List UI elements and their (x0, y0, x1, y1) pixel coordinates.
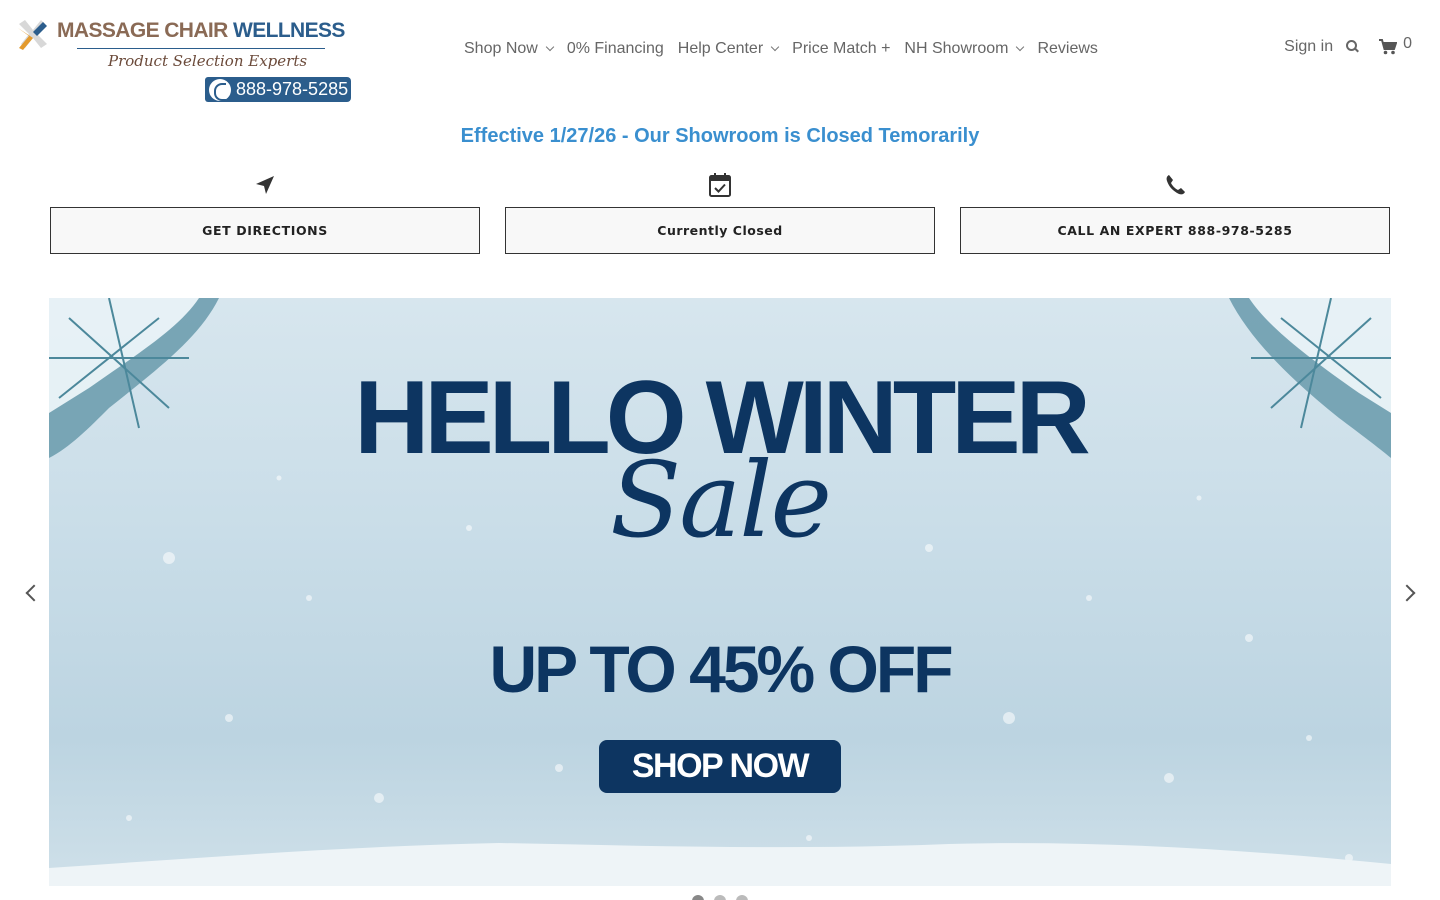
nav-price-match[interactable]: Price Match + (792, 38, 890, 60)
main-nav: Shop Now 0% Financing Help Center Price … (464, 38, 1112, 60)
nav-nh-showroom[interactable]: NH Showroom (904, 38, 1025, 60)
nav-financing[interactable]: 0% Financing (567, 38, 664, 60)
site-logo[interactable]: MASSAGE CHAIR WELLNESS Product Selection… (15, 15, 355, 103)
cart-icon[interactable] (1379, 39, 1398, 55)
logo-phone-number: 888-978-5285 (236, 79, 349, 99)
call-expert-button[interactable]: CALL AN EXPERT 888-978-5285 (960, 207, 1390, 254)
action-hours: Currently Closed (505, 172, 935, 254)
phone-icon (1166, 175, 1185, 195)
logo-tagline: Product Selection Experts (108, 52, 308, 70)
carousel-next-arrow-icon[interactable] (1401, 585, 1417, 601)
calendar-check-icon (709, 173, 731, 197)
action-directions: GET DIRECTIONS (50, 172, 480, 254)
carousel-dot[interactable] (736, 895, 748, 900)
get-directions-button[interactable]: GET DIRECTIONS (50, 207, 480, 254)
action-call: CALL AN EXPERT 888-978-5285 (960, 172, 1390, 254)
carousel-dot[interactable] (714, 895, 726, 900)
logo-phone-badge: 888-978-5285 (205, 77, 351, 102)
shop-now-button[interactable]: SHOP NOW (599, 740, 841, 793)
cart-count[interactable]: 0 (1403, 35, 1412, 53)
nav-reviews[interactable]: Reviews (1037, 38, 1097, 60)
logo-divider (77, 48, 325, 49)
sign-in-link[interactable]: Sign in (1284, 38, 1333, 56)
hours-status-button[interactable]: Currently Closed (505, 207, 935, 254)
search-icon[interactable] (1345, 39, 1361, 55)
carousel-dot[interactable] (692, 895, 704, 900)
account-area: Sign in 0 (1284, 35, 1412, 56)
hero-banner[interactable]: HELLO WINTER Sale UP TO 45% OFF SHOP NOW (49, 298, 1391, 886)
chevron-down-icon (545, 42, 555, 52)
carousel-prev-arrow-icon[interactable] (24, 585, 40, 601)
hero-offer: UP TO 45% OFF (489, 632, 953, 706)
navigation-arrow-icon (256, 176, 274, 194)
phone-handset-icon (209, 79, 231, 101)
nav-help-center[interactable]: Help Center (678, 38, 780, 60)
logo-x-icon (18, 20, 47, 50)
hero-script: Sale (609, 439, 832, 561)
showroom-notice: Effective 1/27/26 - Our Showroom is Clos… (460, 125, 980, 147)
chevron-down-icon (770, 42, 780, 52)
carousel-dots (692, 895, 748, 900)
logo-name: MASSAGE CHAIR WELLNESS (57, 19, 345, 42)
nav-shop-now[interactable]: Shop Now (464, 38, 555, 60)
chevron-down-icon (1016, 42, 1025, 52)
